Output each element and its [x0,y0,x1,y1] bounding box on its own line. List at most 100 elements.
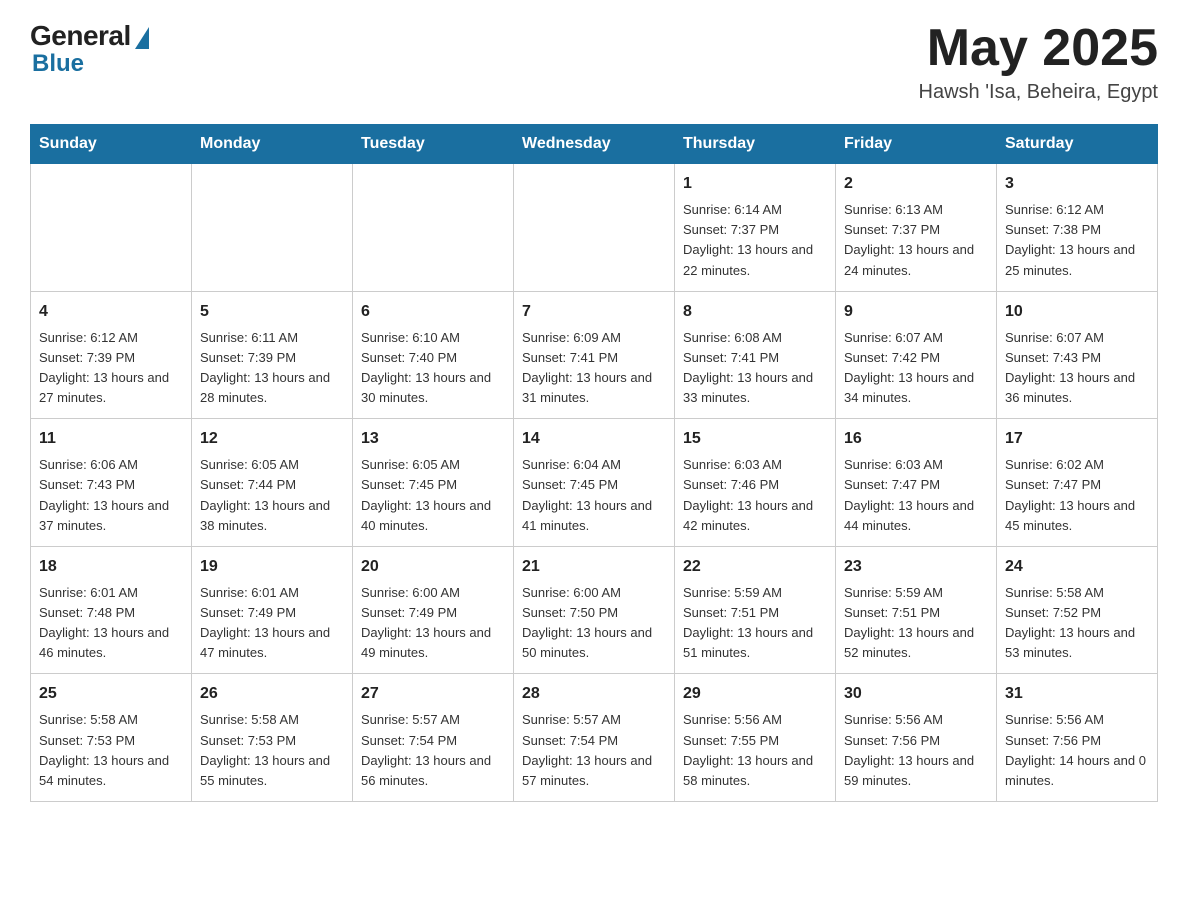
calendar-cell: 10 Sunrise: 6:07 AMSunset: 7:43 PMDayligh… [997,291,1158,419]
day-info: Sunrise: 5:56 AMSunset: 7:55 PMDaylight:… [683,710,827,791]
day-info: Sunrise: 5:56 AMSunset: 7:56 PMDaylight:… [1005,710,1149,791]
day-info: Sunrise: 6:01 AMSunset: 7:48 PMDaylight:… [39,583,183,664]
day-number: 1 [683,172,827,196]
logo-blue-text: Blue [32,50,84,78]
day-info: Sunrise: 6:00 AMSunset: 7:49 PMDaylight:… [361,583,505,664]
day-number: 13 [361,427,505,451]
calendar-cell: 16 Sunrise: 6:03 AMSunset: 7:47 PMDayligh… [836,419,997,547]
day-info: Sunrise: 6:03 AMSunset: 7:47 PMDaylight:… [844,455,988,536]
calendar-cell: 14Sunrise: 6:04 AMSunset: 7:45 PMDayligh… [514,419,675,547]
day-info: Sunrise: 6:12 AMSunset: 7:38 PMDaylight:… [1005,200,1149,281]
day-number: 7 [522,300,666,324]
day-info: Sunrise: 6:12 AMSunset: 7:39 PMDaylight:… [39,328,183,409]
calendar-cell: 13Sunrise: 6:05 AMSunset: 7:45 PMDayligh… [353,419,514,547]
calendar-cell [192,164,353,292]
day-number: 19 [200,555,344,579]
calendar-cell: 22Sunrise: 5:59 AMSunset: 7:51 PMDayligh… [675,546,836,674]
logo-general-text: General [30,20,131,52]
logo: General Blue [30,20,149,78]
day-number: 16 [844,427,988,451]
day-number: 6 [361,300,505,324]
calendar-cell: 24 Sunrise: 5:58 AMSunset: 7:52 PMDayligh… [997,546,1158,674]
day-number: 20 [361,555,505,579]
calendar-week-row: 18 Sunrise: 6:01 AMSunset: 7:48 PMDayligh… [31,546,1158,674]
day-info: Sunrise: 6:09 AMSunset: 7:41 PMDaylight:… [522,328,666,409]
day-number: 5 [200,300,344,324]
day-header-wednesday: Wednesday [514,125,675,164]
day-number: 10 [1005,300,1149,324]
day-info: Sunrise: 5:58 AMSunset: 7:52 PMDaylight:… [1005,583,1149,664]
day-header-friday: Friday [836,125,997,164]
day-header-tuesday: Tuesday [353,125,514,164]
day-info: Sunrise: 6:07 AMSunset: 7:42 PMDaylight:… [844,328,988,409]
day-info: Sunrise: 6:02 AMSunset: 7:47 PMDaylight:… [1005,455,1149,536]
calendar-cell [353,164,514,292]
calendar-cell: 29 Sunrise: 5:56 AMSunset: 7:55 PMDayligh… [675,674,836,802]
day-number: 23 [844,555,988,579]
calendar-cell: 4Sunrise: 6:12 AMSunset: 7:39 PMDaylight… [31,291,192,419]
calendar-week-row: 25 Sunrise: 5:58 AMSunset: 7:53 PMDayligh… [31,674,1158,802]
day-number: 29 [683,682,827,706]
calendar-cell: 18 Sunrise: 6:01 AMSunset: 7:48 PMDayligh… [31,546,192,674]
day-info: Sunrise: 6:08 AMSunset: 7:41 PMDaylight:… [683,328,827,409]
day-info: Sunrise: 6:13 AMSunset: 7:37 PMDaylight:… [844,200,988,281]
day-number: 3 [1005,172,1149,196]
calendar-cell: 31 Sunrise: 5:56 AMSunset: 7:56 PMDayligh… [997,674,1158,802]
calendar-cell: 19 Sunrise: 6:01 AMSunset: 7:49 PMDayligh… [192,546,353,674]
day-number: 18 [39,555,183,579]
day-number: 12 [200,427,344,451]
calendar-cell: 26 Sunrise: 5:58 AMSunset: 7:53 PMDayligh… [192,674,353,802]
day-info: Sunrise: 5:56 AMSunset: 7:56 PMDaylight:… [844,710,988,791]
calendar-cell: 12 Sunrise: 6:05 AMSunset: 7:44 PMDayligh… [192,419,353,547]
calendar-table: SundayMondayTuesdayWednesdayThursdayFrid… [30,124,1158,802]
calendar-cell: 5 Sunrise: 6:11 AMSunset: 7:39 PMDaylight… [192,291,353,419]
calendar-cell: 20 Sunrise: 6:00 AMSunset: 7:49 PMDayligh… [353,546,514,674]
calendar-week-row: 11Sunrise: 6:06 AMSunset: 7:43 PMDayligh… [31,419,1158,547]
title-block: May 2025 Hawsh 'Isa, Beheira, Egypt [919,20,1159,104]
day-number: 28 [522,682,666,706]
calendar-week-row: 1 Sunrise: 6:14 AMSunset: 7:37 PMDaylight… [31,164,1158,292]
day-header-monday: Monday [192,125,353,164]
calendar-cell: 1 Sunrise: 6:14 AMSunset: 7:37 PMDaylight… [675,164,836,292]
day-header-sunday: Sunday [31,125,192,164]
calendar-cell: 6 Sunrise: 6:10 AMSunset: 7:40 PMDaylight… [353,291,514,419]
day-number: 17 [1005,427,1149,451]
day-number: 9 [844,300,988,324]
day-number: 27 [361,682,505,706]
calendar-cell: 27 Sunrise: 5:57 AMSunset: 7:54 PMDayligh… [353,674,514,802]
day-info: Sunrise: 6:01 AMSunset: 7:49 PMDaylight:… [200,583,344,664]
calendar-cell: 7 Sunrise: 6:09 AMSunset: 7:41 PMDaylight… [514,291,675,419]
day-info: Sunrise: 5:58 AMSunset: 7:53 PMDaylight:… [200,710,344,791]
day-number: 22 [683,555,827,579]
calendar-week-row: 4Sunrise: 6:12 AMSunset: 7:39 PMDaylight… [31,291,1158,419]
day-info: Sunrise: 6:05 AMSunset: 7:44 PMDaylight:… [200,455,344,536]
day-number: 30 [844,682,988,706]
day-info: Sunrise: 6:00 AMSunset: 7:50 PMDaylight:… [522,583,666,664]
day-info: Sunrise: 6:11 AMSunset: 7:39 PMDaylight:… [200,328,344,409]
day-info: Sunrise: 6:10 AMSunset: 7:40 PMDaylight:… [361,328,505,409]
day-number: 25 [39,682,183,706]
calendar-cell [31,164,192,292]
day-number: 26 [200,682,344,706]
day-info: Sunrise: 6:06 AMSunset: 7:43 PMDaylight:… [39,455,183,536]
day-number: 15 [683,427,827,451]
day-info: Sunrise: 5:57 AMSunset: 7:54 PMDaylight:… [361,710,505,791]
calendar-header-row: SundayMondayTuesdayWednesdayThursdayFrid… [31,125,1158,164]
month-year-title: May 2025 [919,20,1159,77]
calendar-cell: 15 Sunrise: 6:03 AMSunset: 7:46 PMDayligh… [675,419,836,547]
calendar-cell: 28 Sunrise: 5:57 AMSunset: 7:54 PMDayligh… [514,674,675,802]
day-info: Sunrise: 6:03 AMSunset: 7:46 PMDaylight:… [683,455,827,536]
day-info: Sunrise: 6:07 AMSunset: 7:43 PMDaylight:… [1005,328,1149,409]
day-number: 24 [1005,555,1149,579]
day-info: Sunrise: 5:57 AMSunset: 7:54 PMDaylight:… [522,710,666,791]
day-number: 31 [1005,682,1149,706]
location-subtitle: Hawsh 'Isa, Beheira, Egypt [919,81,1159,104]
calendar-cell [514,164,675,292]
day-number: 2 [844,172,988,196]
day-info: Sunrise: 6:14 AMSunset: 7:37 PMDaylight:… [683,200,827,281]
calendar-cell: 11Sunrise: 6:06 AMSunset: 7:43 PMDayligh… [31,419,192,547]
day-header-saturday: Saturday [997,125,1158,164]
day-number: 14 [522,427,666,451]
calendar-cell: 23Sunrise: 5:59 AMSunset: 7:51 PMDayligh… [836,546,997,674]
calendar-cell: 30 Sunrise: 5:56 AMSunset: 7:56 PMDayligh… [836,674,997,802]
